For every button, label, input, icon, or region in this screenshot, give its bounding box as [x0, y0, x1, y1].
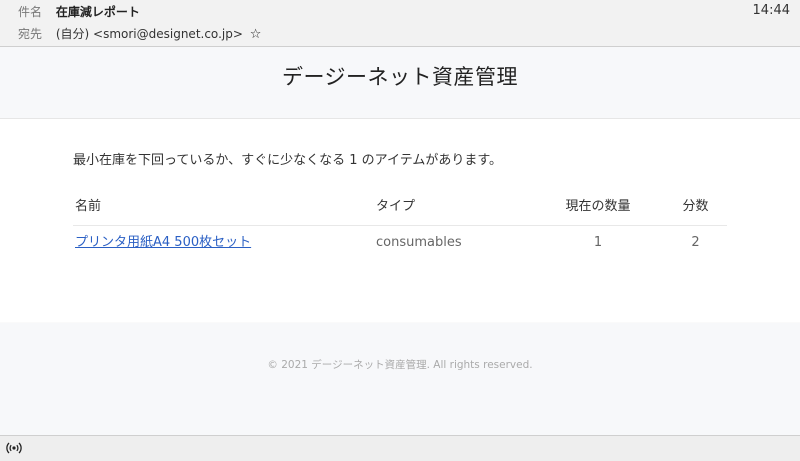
low-inventory-table: 名前 タイプ 現在の数量 分数 プリンタ用紙A4 500枚セット consuma… [73, 195, 727, 260]
item-name-link[interactable]: プリンタ用紙A4 500枚セット [75, 235, 251, 250]
subject-row: 件名 在庫減レポート [18, 2, 140, 22]
recipient-address[interactable]: (自分) <smori@designet.co.jp> [56, 27, 243, 41]
antenna-icon[interactable] [6, 441, 22, 455]
star-icon[interactable]: ☆ [250, 25, 262, 45]
subject-label: 件名 [18, 5, 43, 19]
item-min-qty-cell: 2 [691, 235, 700, 250]
mail-window: 件名 在庫減レポート 宛先 (自分) <smori@designet.co.jp… [0, 0, 800, 461]
column-header-name: 名前 [75, 199, 102, 214]
email-body: デージーネット資産管理 最小在庫を下回っているか、すぐに少なくなる 1 のアイテ… [0, 47, 800, 435]
message-time: 14:44 [752, 3, 790, 18]
item-name-cell: プリンタ用紙A4 500枚セット [75, 231, 251, 255]
subject-text: 在庫減レポート [55, 5, 140, 19]
column-header-current-qty: 現在の数量 [565, 199, 631, 214]
recipient-row: 宛先 (自分) <smori@designet.co.jp> ☆ [18, 24, 261, 44]
column-header-min-qty: 分数 [682, 199, 709, 214]
to-label: 宛先 [18, 27, 43, 41]
mail-header: 件名 在庫減レポート 宛先 (自分) <smori@designet.co.jp… [0, 0, 800, 47]
email-content: 最小在庫を下回っているか、すぐに少なくなる 1 のアイテムがあります。 名前 タ… [0, 119, 800, 322]
email-banner: デージーネット資産管理 [0, 47, 800, 119]
table-row: プリンタ用紙A4 500枚セット consumables 1 2 [73, 226, 727, 260]
table-header: 名前 タイプ 現在の数量 分数 [73, 195, 727, 226]
column-header-type: タイプ [376, 199, 416, 214]
footer-copyright: © 2021 デージーネット資産管理. All rights reserved. [267, 359, 533, 371]
status-bar [0, 435, 800, 461]
email-footer: © 2021 デージーネット資産管理. All rights reserved. [0, 323, 800, 435]
intro-text: 最小在庫を下回っているか、すぐに少なくなる 1 のアイテムがあります。 [73, 153, 503, 168]
item-type-cell: consumables [376, 235, 462, 250]
item-current-qty-cell: 1 [593, 235, 603, 250]
banner-title: デージーネット資産管理 [281, 65, 519, 89]
